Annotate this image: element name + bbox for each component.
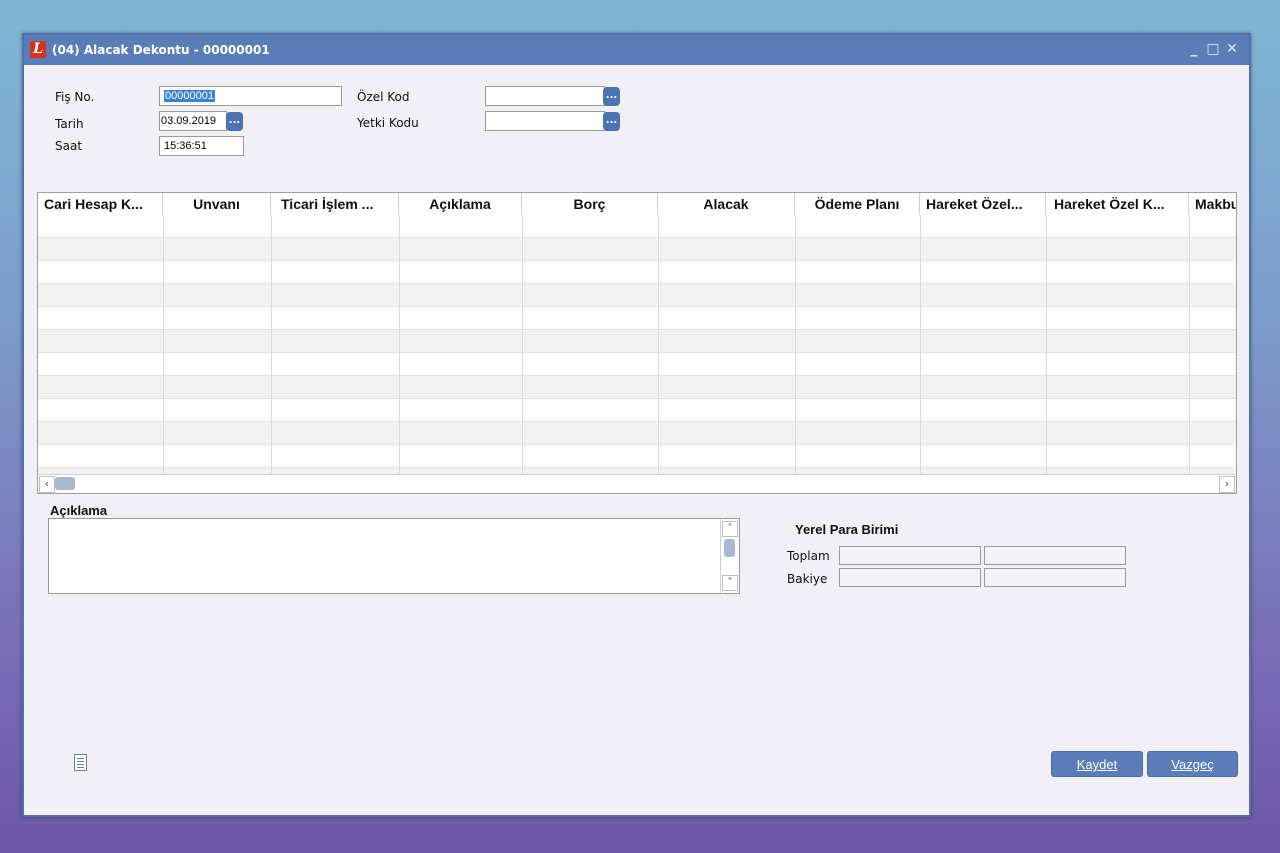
logo-app-icon: L [30,41,46,58]
table-row[interactable] [38,261,1236,284]
column-divider [163,215,164,475]
column-divider [920,215,921,475]
horizontal-scrollbar[interactable]: ‹ › [38,474,1236,493]
yetki-kodu-lookup-button[interactable]: ... [603,112,620,131]
ozel-kod-field[interactable] [485,86,605,106]
column-divider [1189,215,1190,475]
aciklama-textarea[interactable]: ˄ ˅ [48,518,740,594]
scroll-right-icon[interactable]: › [1219,476,1235,493]
cancel-button[interactable]: Vazgeç [1147,751,1238,777]
fis-no-field[interactable]: 00000001 [159,86,342,106]
column-header-makbuz[interactable]: Makbuz [1189,193,1236,215]
table-row[interactable] [38,307,1236,330]
title-bar[interactable]: L (04) Alacak Dekontu - 00000001 _ □ ✕ [24,35,1249,65]
yetki-kodu-label: Yetki Kodu [357,116,419,130]
ozel-kod-label: Özel Kod [357,90,410,104]
grid-header: Cari Hesap K... Unvanı Ticari İşlem ... … [38,193,1236,216]
alacak-dekontu-window: L (04) Alacak Dekontu - 00000001 _ □ ✕ F… [22,33,1251,817]
column-header-borc[interactable]: Borç [522,193,658,215]
toplam-field-2 [984,546,1126,565]
column-divider [795,215,796,475]
bakiye-label: Bakiye [787,572,828,586]
table-row[interactable] [38,215,1236,238]
toplam-field-1 [839,546,981,565]
table-row[interactable] [38,284,1236,307]
table-row[interactable] [38,330,1236,353]
saat-label: Saat [55,139,83,153]
minimize-icon[interactable]: _ [1185,40,1203,58]
toplam-label: Toplam [787,549,830,563]
table-row[interactable] [38,353,1236,376]
tarih-lookup-button[interactable]: ... [226,112,243,131]
scrollbar-thumb[interactable] [55,477,75,490]
fis-no-label: Fiş No. [55,90,95,104]
close-icon[interactable]: ✕ [1223,40,1241,58]
maximize-icon[interactable]: □ [1204,40,1222,58]
column-header-ticari-islem[interactable]: Ticari İşlem ... [271,193,399,215]
column-divider [522,215,523,475]
column-divider [1046,215,1047,475]
column-divider [271,215,272,475]
saat-field[interactable]: 15:36:51 [159,136,244,156]
yetki-kodu-field[interactable] [485,111,605,131]
ozel-kod-lookup-button[interactable]: ... [603,87,620,106]
yerel-para-birimi-title: Yerel Para Birimi [795,522,899,537]
column-header-unvan[interactable]: Unvanı [163,193,271,215]
fis-no-value: 00000001 [164,90,215,102]
window-title: (04) Alacak Dekontu - 00000001 [52,43,270,57]
scroll-left-icon[interactable]: ‹ [39,476,55,493]
document-icon[interactable] [74,754,87,771]
column-header-hareket-ozel-2[interactable]: Hareket Özel K... [1046,193,1189,215]
column-header-hareket-ozel-1[interactable]: Hareket Özel... [920,193,1046,215]
column-header-cari-hesap[interactable]: Cari Hesap K... [38,193,163,215]
column-divider [658,215,659,475]
tarih-field[interactable]: 03.09.2019 [159,111,227,131]
scrollbar-thumb[interactable] [724,539,735,557]
column-header-aciklama[interactable]: Açıklama [399,193,522,215]
bakiye-field-2 [984,568,1126,587]
table-row[interactable] [38,376,1236,399]
table-row[interactable] [38,399,1236,422]
table-row[interactable] [38,238,1236,261]
column-divider [399,215,400,475]
table-row[interactable] [38,445,1236,468]
aciklama-label: Açıklama [50,503,108,518]
column-header-alacak[interactable]: Alacak [658,193,795,215]
scroll-down-icon[interactable]: ˅ [722,575,738,591]
transaction-grid[interactable]: Cari Hesap K... Unvanı Ticari İşlem ... … [37,192,1237,494]
column-header-odeme-plani[interactable]: Ödeme Planı [795,193,920,215]
scroll-up-icon[interactable]: ˄ [722,521,738,537]
save-button[interactable]: Kaydet [1051,751,1143,777]
table-row[interactable] [38,422,1236,445]
vertical-scrollbar[interactable]: ˄ ˅ [720,519,739,593]
tarih-label: Tarih [55,117,84,131]
bakiye-field-1 [839,568,981,587]
